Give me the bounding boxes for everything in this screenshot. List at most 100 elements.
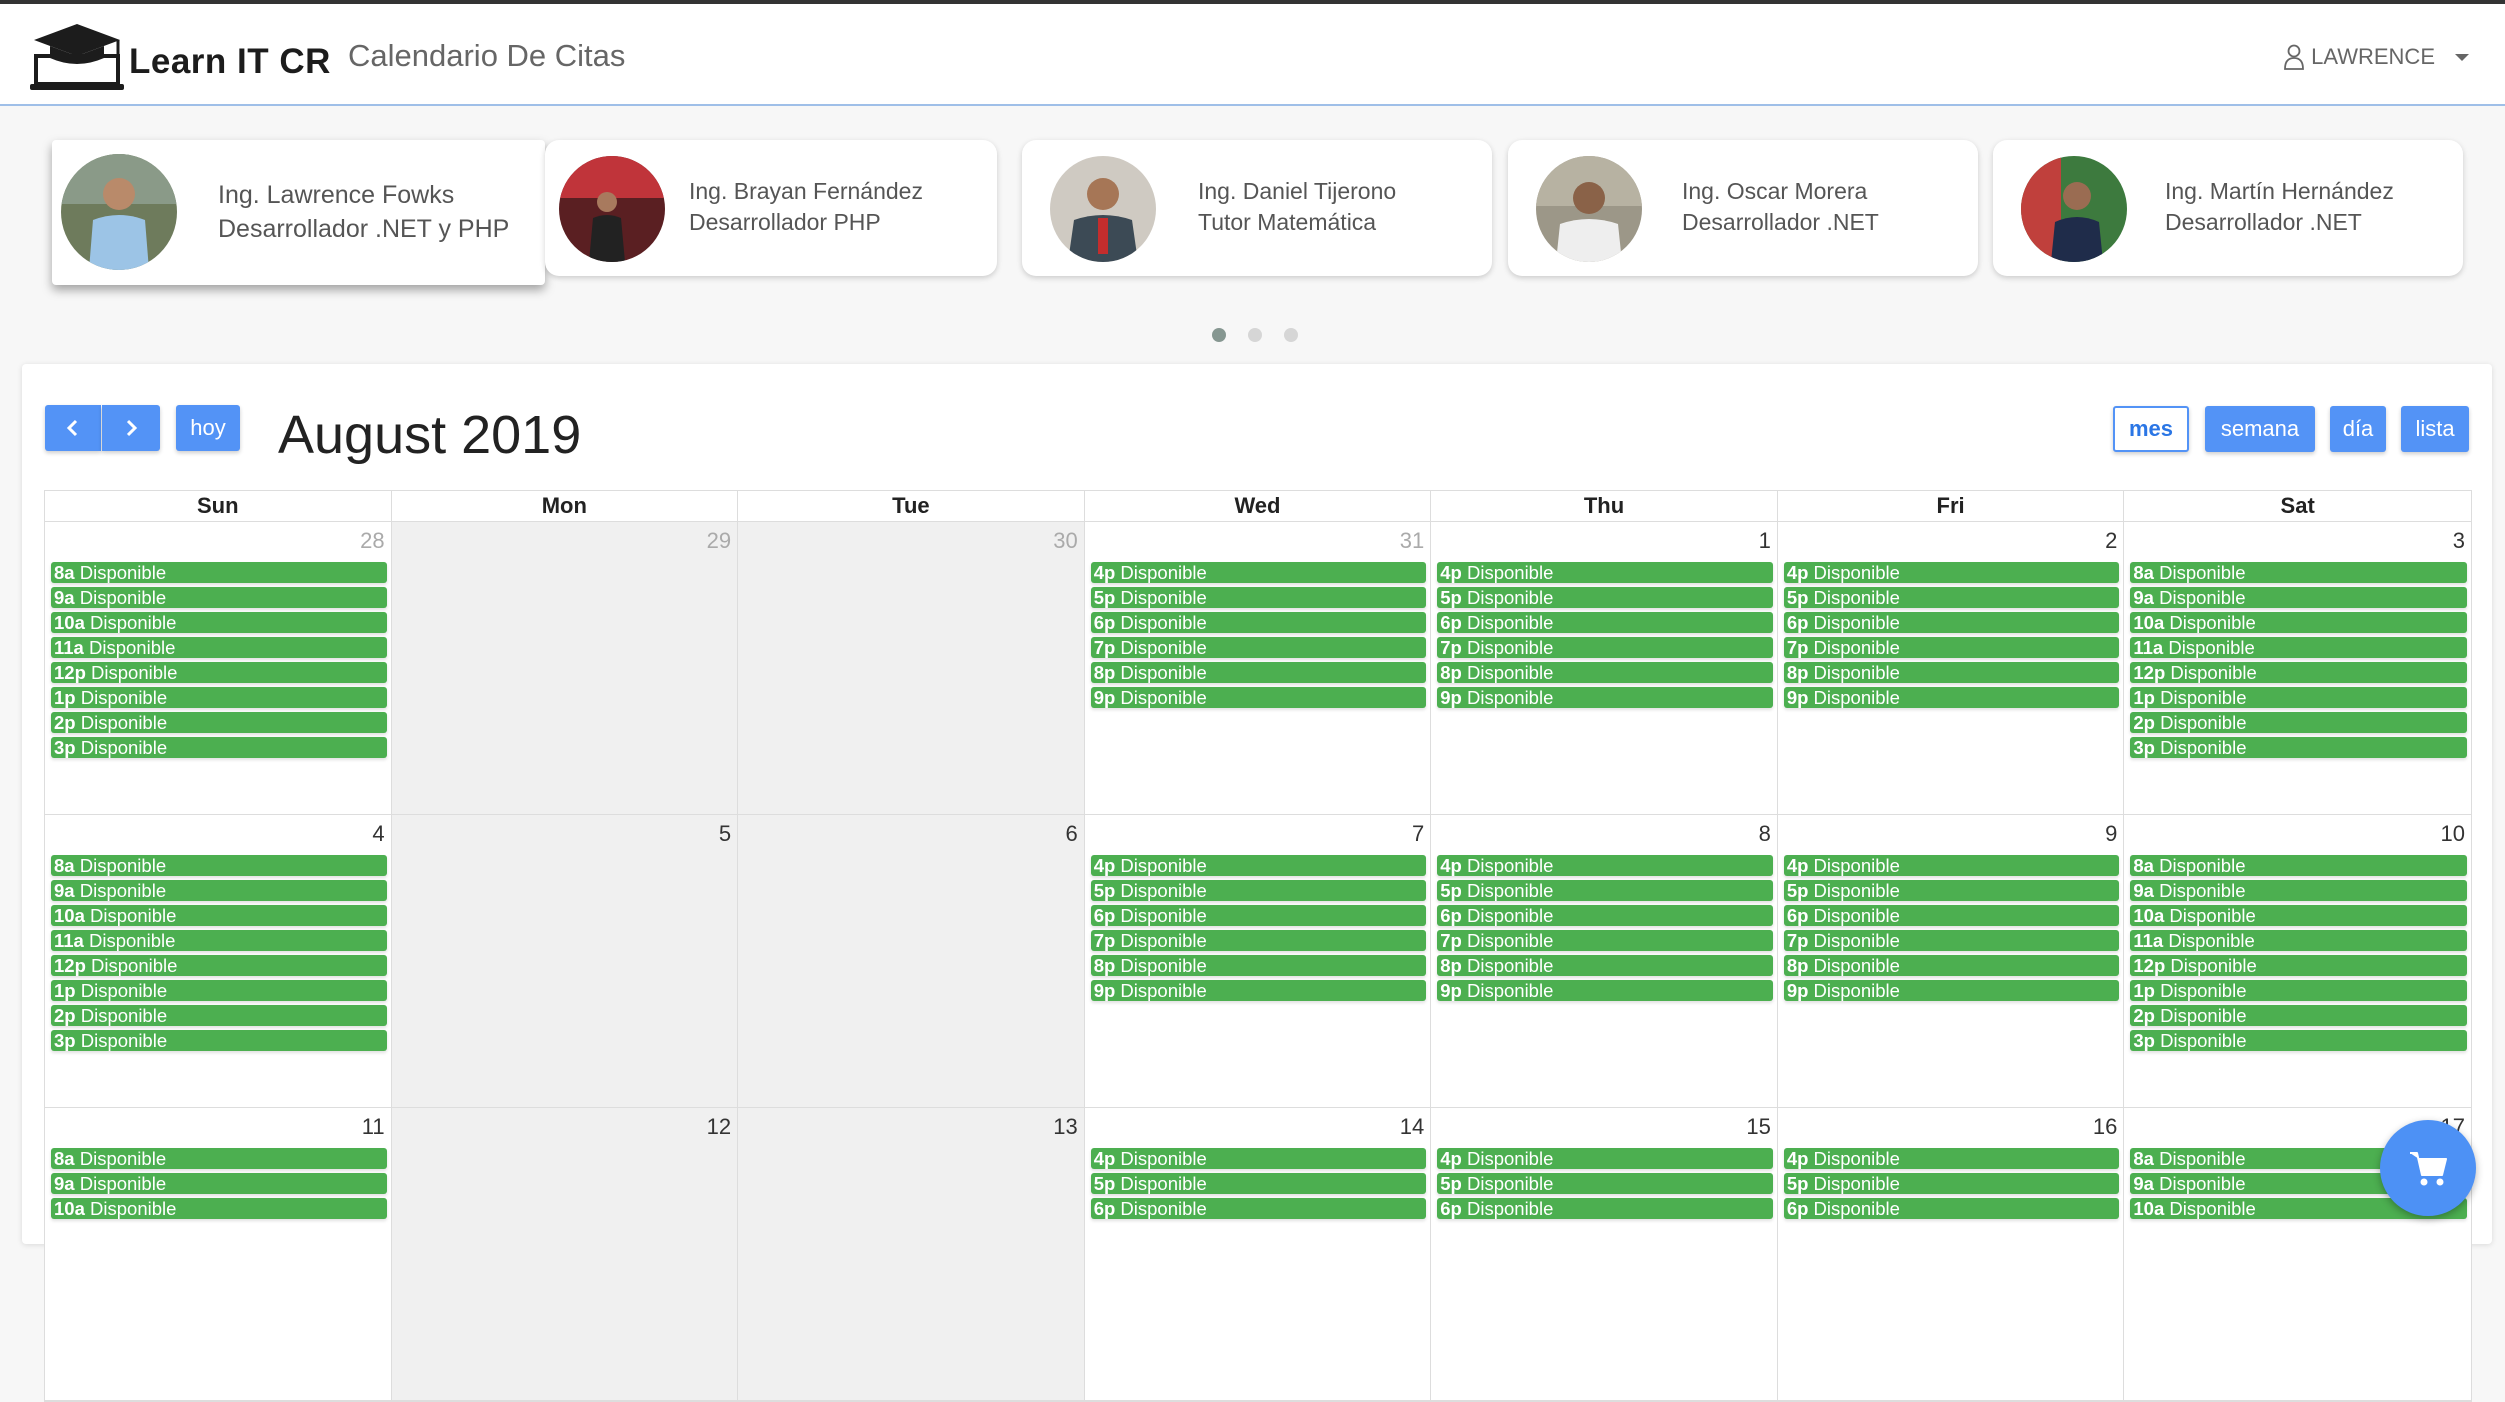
event-slot[interactable]: 7p Disponible [1090,930,1427,951]
event-slot[interactable]: 9a Disponible [51,1173,387,1194]
event-slot[interactable]: 9p Disponible [1090,980,1427,1001]
event-slot[interactable]: 4p Disponible [1437,1148,1773,1169]
event-slot[interactable]: 10a Disponible [2130,612,2467,633]
event-slot[interactable]: 4p Disponible [1090,855,1427,876]
day-cell[interactable]: 1 4p Disponible 5p Disponible 6p Disponible… [1431,522,1778,814]
event-slot[interactable]: 11a Disponible [51,930,387,951]
event-slot[interactable]: 6p Disponible [1437,905,1773,926]
day-cell[interactable]: 11 8a Disponible 9a Disponible 10a Disponib… [45,1108,392,1400]
day-number[interactable]: 8 [1759,821,1771,847]
event-slot[interactable]: 8a Disponible [51,855,387,876]
event-slot[interactable]: 9a Disponible [51,880,387,901]
day-cell[interactable]: 29 [391,522,739,814]
event-slot[interactable]: 1p Disponible [51,980,387,1001]
view-list-button[interactable]: lista [2401,406,2469,452]
day-cell[interactable]: 28 8a Disponible 9a Disponible 10a Disponib… [45,522,392,814]
day-number[interactable]: 29 [707,528,731,554]
event-slot[interactable]: 7p Disponible [1783,930,2120,951]
user-menu[interactable]: LAWRENCE [2283,44,2469,70]
day-cell[interactable]: 14 4p Disponible 5p Disponible 6p Disponibl… [1084,1108,1432,1400]
event-slot[interactable]: 12p Disponible [2130,662,2467,683]
event-slot[interactable]: 1p Disponible [2130,980,2467,1001]
next-button[interactable] [102,405,160,451]
tutor-card-1[interactable]: Ing. Lawrence Fowks Desarrollador .NET y… [52,140,545,285]
cart-button[interactable] [2380,1120,2476,1216]
event-slot[interactable]: 12p Disponible [2130,955,2467,976]
event-slot[interactable]: 8p Disponible [1090,955,1427,976]
event-slot[interactable]: 10a Disponible [2130,905,2467,926]
day-cell[interactable]: 13 [738,1108,1085,1400]
tutor-card-2[interactable]: Ing. Brayan Fernández Desarrollador PHP [545,140,997,276]
event-slot[interactable]: 11a Disponible [2130,637,2467,658]
day-cell[interactable]: 8 4p Disponible 5p Disponible 6p Disponible… [1431,815,1778,1107]
event-slot[interactable]: 11a Disponible [2130,930,2467,951]
day-cell[interactable]: 10 8a Disponible 9a Disponible 10a Disponib… [2124,815,2471,1107]
day-number[interactable]: 12 [707,1114,731,1140]
carousel-dot-2[interactable] [1248,328,1262,342]
day-number[interactable]: 11 [362,1114,385,1140]
event-slot[interactable]: 10a Disponible [51,612,387,633]
day-number[interactable]: 9 [2105,821,2117,847]
day-number[interactable]: 2 [2105,528,2117,554]
event-slot[interactable]: 1p Disponible [2130,687,2467,708]
event-slot[interactable]: 1p Disponible [51,687,387,708]
event-slot[interactable]: 3p Disponible [2130,737,2467,758]
day-number[interactable]: 13 [1053,1114,1077,1140]
event-slot[interactable]: 7p Disponible [1437,637,1773,658]
day-number[interactable]: 14 [1400,1114,1424,1140]
brand-name[interactable]: Learn IT CR [129,42,331,82]
logo-icon[interactable] [28,22,126,92]
day-number[interactable]: 3 [2453,528,2465,554]
day-cell[interactable]: 9 4p Disponible 5p Disponible 6p Disponible… [1777,815,2125,1107]
event-slot[interactable]: 8p Disponible [1090,662,1427,683]
tutor-card-4[interactable]: Ing. Oscar Morera Desarrollador .NET [1508,140,1978,276]
event-slot[interactable]: 5p Disponible [1090,1173,1427,1194]
event-slot[interactable]: 2p Disponible [51,712,387,733]
event-slot[interactable]: 7p Disponible [1090,637,1427,658]
event-slot[interactable]: 9a Disponible [51,587,387,608]
event-slot[interactable]: 8a Disponible [51,562,387,583]
day-number[interactable]: 6 [1065,821,1077,847]
day-number[interactable]: 10 [2440,821,2464,847]
day-cell[interactable]: 2 4p Disponible 5p Disponible 6p Disponible… [1777,522,2125,814]
event-slot[interactable]: 12p Disponible [51,955,387,976]
event-slot[interactable]: 10a Disponible [51,905,387,926]
event-slot[interactable]: 3p Disponible [51,737,387,758]
day-cell[interactable]: 7 4p Disponible 5p Disponible 6p Disponible… [1084,815,1432,1107]
day-number[interactable]: 31 [1400,528,1424,554]
event-slot[interactable]: 8p Disponible [1783,662,2120,683]
event-slot[interactable]: 5p Disponible [1437,880,1773,901]
event-slot[interactable]: 3p Disponible [51,1030,387,1051]
event-slot[interactable]: 4p Disponible [1437,562,1773,583]
carousel-dot-3[interactable] [1284,328,1298,342]
event-slot[interactable]: 9p Disponible [1437,980,1773,1001]
event-slot[interactable]: 4p Disponible [1437,855,1773,876]
event-slot[interactable]: 4p Disponible [1783,855,2120,876]
event-slot[interactable]: 7p Disponible [1783,637,2120,658]
day-cell[interactable]: 15 4p Disponible 5p Disponible 6p Disponibl… [1431,1108,1778,1400]
event-slot[interactable]: 5p Disponible [1090,587,1427,608]
event-slot[interactable]: 6p Disponible [1437,1198,1773,1219]
event-slot[interactable]: 8p Disponible [1437,662,1773,683]
day-cell[interactable]: 16 4p Disponible 5p Disponible 6p Disponibl… [1777,1108,2125,1400]
event-slot[interactable]: 9a Disponible [2130,587,2467,608]
tutor-card-5[interactable]: Ing. Martín Hernández Desarrollador .NET [1993,140,2463,276]
event-slot[interactable]: 10a Disponible [51,1198,387,1219]
event-slot[interactable]: 9a Disponible [2130,880,2467,901]
view-day-button[interactable]: día [2330,406,2386,452]
event-slot[interactable]: 5p Disponible [1783,587,2120,608]
event-slot[interactable]: 5p Disponible [1783,880,2120,901]
event-slot[interactable]: 2p Disponible [2130,1005,2467,1026]
event-slot[interactable]: 2p Disponible [2130,712,2467,733]
day-number[interactable]: 28 [360,528,384,554]
event-slot[interactable]: 11a Disponible [51,637,387,658]
day-number[interactable]: 4 [372,821,384,847]
event-slot[interactable]: 7p Disponible [1437,930,1773,951]
view-month-button[interactable]: mes [2113,406,2189,452]
event-slot[interactable]: 9p Disponible [1783,980,2120,1001]
event-slot[interactable]: 2p Disponible [51,1005,387,1026]
event-slot[interactable]: 8a Disponible [2130,855,2467,876]
day-number[interactable]: 5 [719,821,731,847]
event-slot[interactable]: 6p Disponible [1090,612,1427,633]
event-slot[interactable]: 5p Disponible [1090,880,1427,901]
